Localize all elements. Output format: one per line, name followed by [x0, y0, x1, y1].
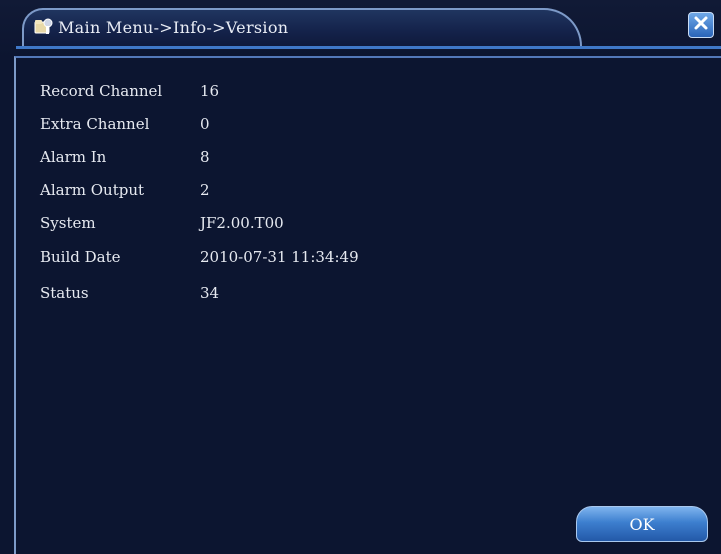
ok-button[interactable]: OK	[576, 506, 708, 542]
info-label: Alarm Output	[40, 181, 145, 199]
close-icon	[693, 15, 709, 35]
info-label: System	[40, 214, 96, 232]
info-value: JF2.00.T00	[200, 214, 284, 232]
title-divider	[16, 46, 721, 49]
info-value: 0	[200, 115, 210, 133]
info-value: 2010-07-31 11:34:49	[200, 248, 359, 266]
info-label: Extra Channel	[40, 115, 150, 133]
folder-tools-icon	[34, 16, 54, 36]
info-value: 34	[200, 284, 220, 302]
info-value: 16	[200, 82, 220, 100]
info-value: 2	[200, 181, 210, 199]
close-button[interactable]	[688, 12, 714, 38]
info-value: 8	[200, 148, 210, 166]
version-window: Main Menu->Info->Version Record Channel …	[0, 0, 721, 554]
window-title: Main Menu->Info->Version	[58, 18, 289, 37]
title-bar: Main Menu->Info->Version	[0, 0, 721, 58]
info-label: Record Channel	[40, 82, 163, 100]
info-label: Status	[40, 284, 89, 302]
info-label: Alarm In	[40, 148, 107, 166]
info-label: Build Date	[40, 248, 121, 266]
